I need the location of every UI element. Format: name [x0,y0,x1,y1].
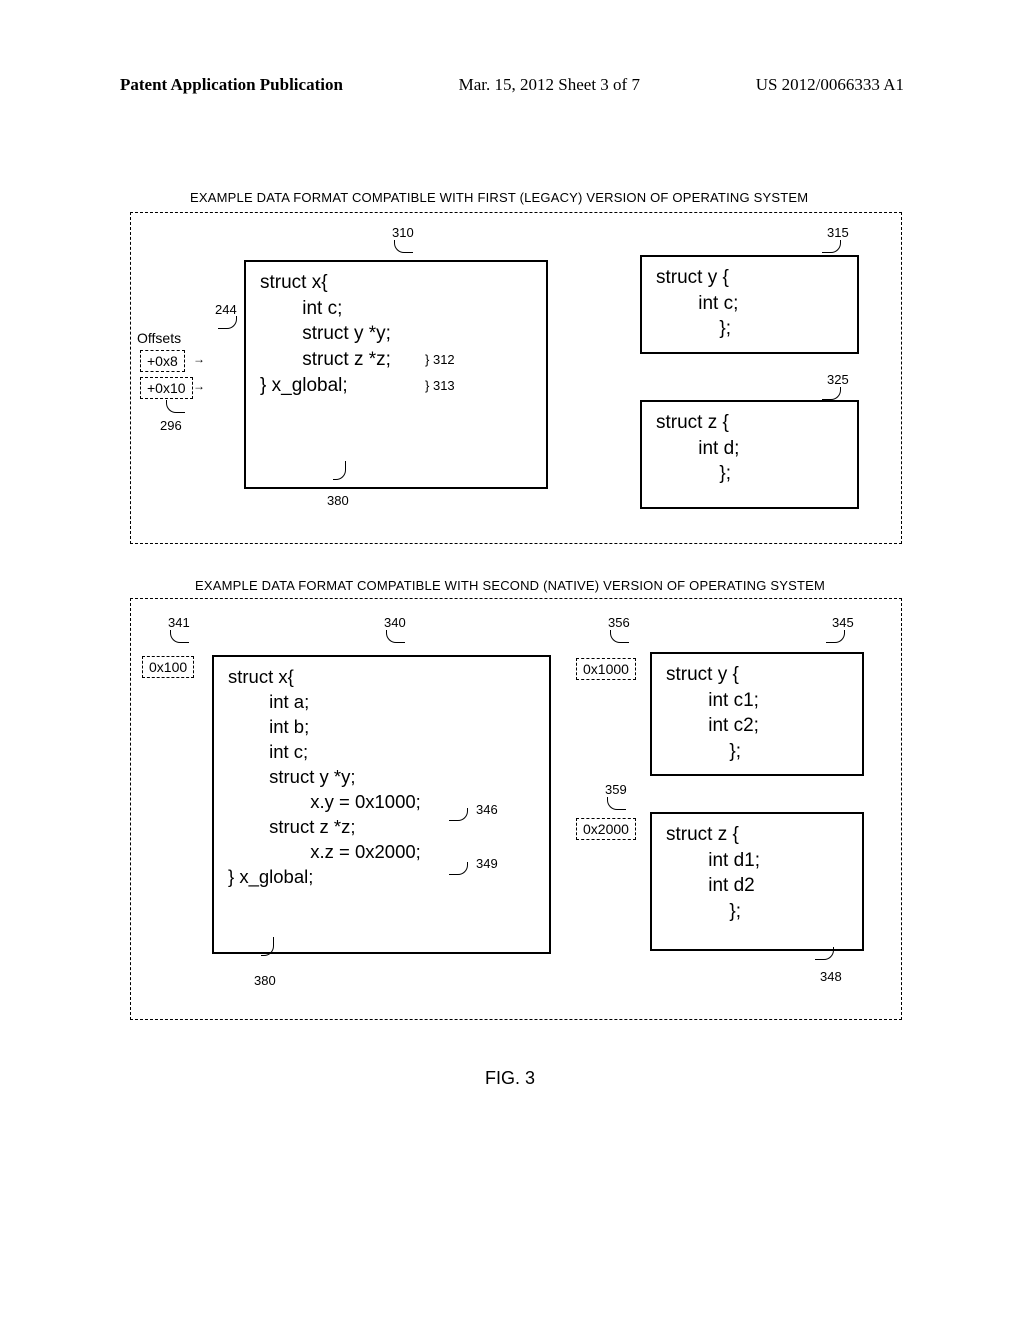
ref-312-num: 312 [433,352,455,367]
page-header: Patent Application Publication Mar. 15, … [120,75,904,95]
ref-312: } 312 [425,352,455,367]
ref-356: 356 [608,615,630,630]
header-right: US 2012/0066333 A1 [756,75,904,95]
ref-345: 345 [832,615,854,630]
offsets-label: Offsets [137,330,181,346]
addr-0x100: 0x100 [142,656,194,678]
section2-title: EXAMPLE DATA FORMAT COMPATIBLE WITH SECO… [195,578,825,593]
ref-244: 244 [215,302,237,317]
ref-315: 315 [827,225,849,240]
offset-0x8: +0x8 [140,350,185,372]
legacy-struct-y-box: struct y { int c; }; [640,255,859,354]
ref-313: } 313 [425,378,455,393]
native-struct-y-code: struct y { int c1; int c2; }; [652,654,862,773]
ref-380-b: 380 [254,973,276,988]
addr-0x2000: 0x2000 [576,818,636,840]
native-struct-z-code: struct z { int d1; int d2 }; [652,814,862,933]
legacy-struct-x-box: struct x{ int c; struct y *y; struct z *… [244,260,548,489]
ref-313-num: 313 [433,378,455,393]
native-struct-z-box: struct z { int d1; int d2 }; [650,812,864,951]
arrow-right-icon: → [193,352,205,367]
ref-296: 296 [160,418,182,433]
ref-325: 325 [827,372,849,387]
ref-348: 348 [820,969,842,984]
ref-346: 346 [476,802,498,817]
native-struct-x-box: struct x{ int a; int b; int c; struct y … [212,655,551,954]
native-struct-x-code: struct x{ int a; int b; int c; struct y … [214,657,549,898]
arrow-right-icon: → [193,379,205,394]
ref-310: 310 [392,225,414,240]
native-struct-y-box: struct y { int c1; int c2; }; [650,652,864,776]
ref-340: 340 [384,615,406,630]
ref-349: 349 [476,856,498,871]
figure-caption: FIG. 3 [485,1068,535,1089]
section1-title: EXAMPLE DATA FORMAT COMPATIBLE WITH FIRS… [190,190,808,205]
ref-341: 341 [168,615,190,630]
offset-0x10: +0x10 [140,377,193,399]
legacy-struct-z-box: struct z { int d; }; [640,400,859,509]
legacy-struct-y-code: struct y { int c; }; [642,257,857,350]
legacy-struct-x-code: struct x{ int c; struct y *y; struct z *… [246,262,546,406]
header-left: Patent Application Publication [120,75,343,95]
ref-359: 359 [605,782,627,797]
legacy-struct-z-code: struct z { int d; }; [642,402,857,495]
header-mid: Mar. 15, 2012 Sheet 3 of 7 [459,75,640,95]
ref-380-a: 380 [327,493,349,508]
addr-0x1000: 0x1000 [576,658,636,680]
